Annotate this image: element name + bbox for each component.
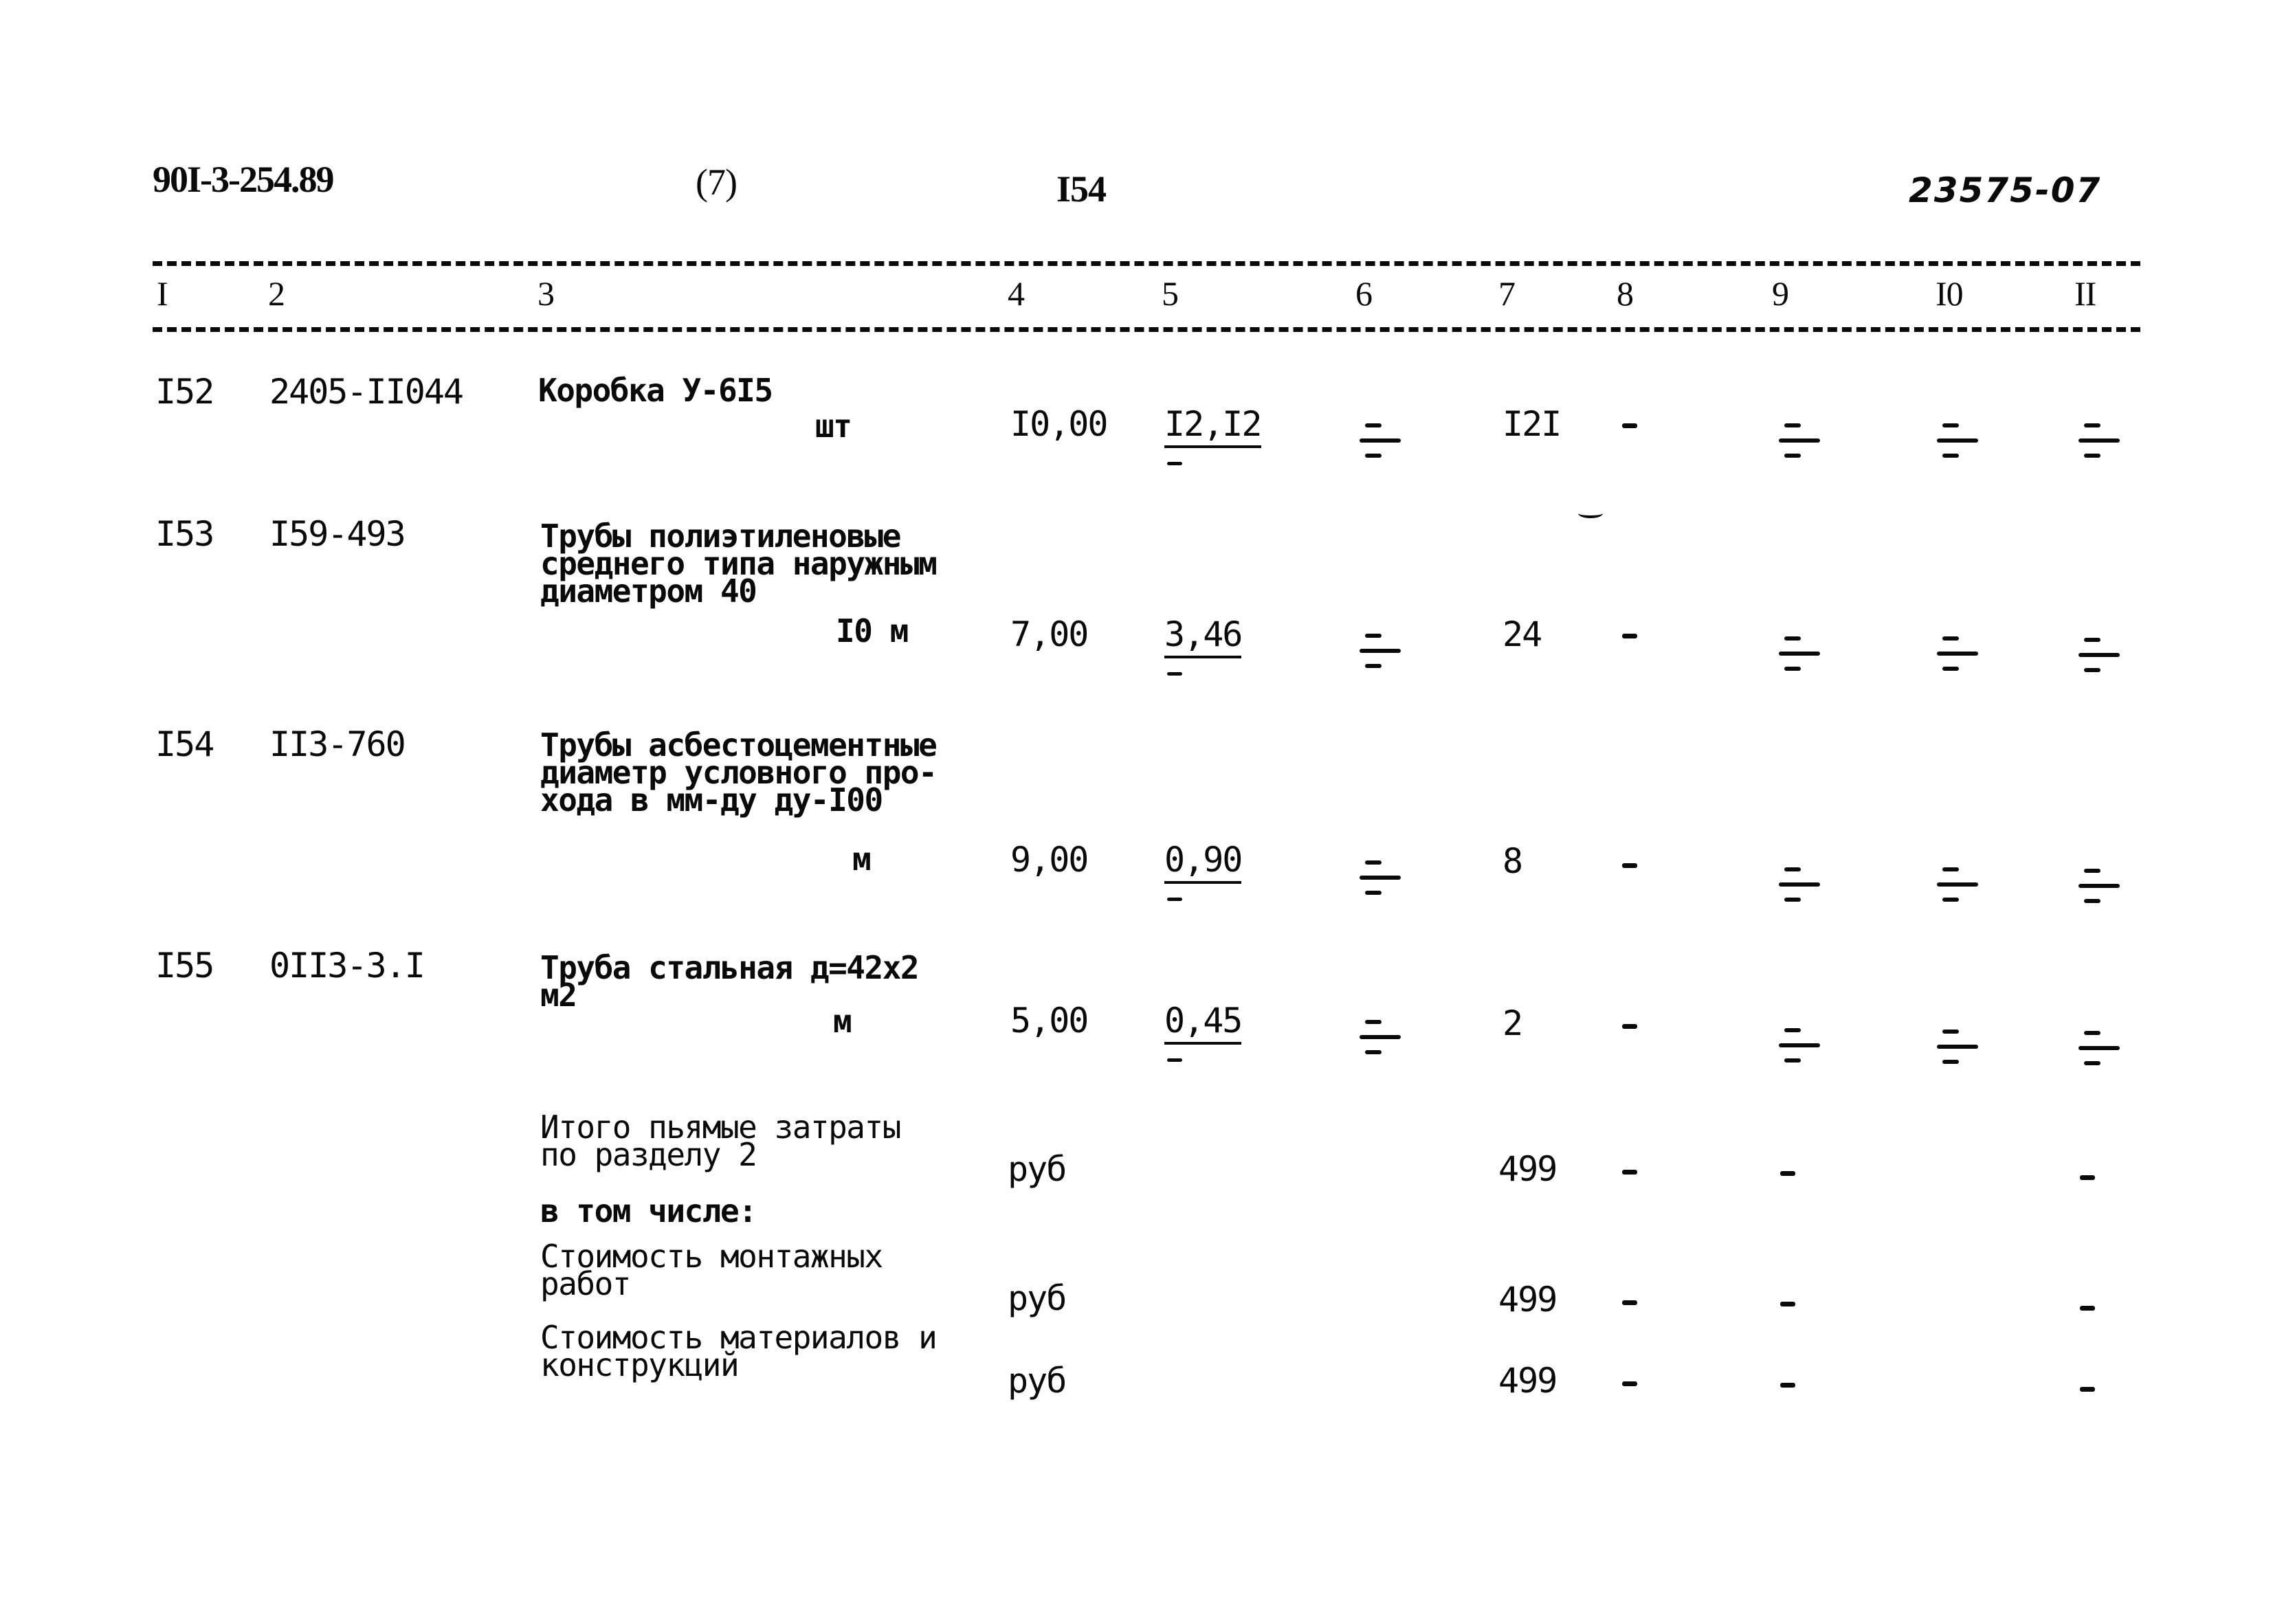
row-total: 24 bbox=[1503, 614, 1542, 654]
row-total: 2 bbox=[1503, 1003, 1523, 1043]
column-header-10: I0 bbox=[1936, 274, 1964, 313]
totals-label: Стоимость материалов и конструкций bbox=[540, 1319, 938, 1383]
row-unit: м bbox=[852, 841, 872, 878]
row-unit-price: 0,90 bbox=[1164, 843, 1243, 901]
dash-col8 bbox=[1622, 423, 1637, 428]
row-quantity: 7,00 bbox=[1010, 614, 1089, 654]
row-description: Труба стальная д=42х2 м2 bbox=[540, 949, 920, 1014]
totals-unit: руб bbox=[1008, 1149, 1067, 1189]
stacked-dash-col6 bbox=[1360, 423, 1401, 458]
row-unit-price-value: 0,90 bbox=[1164, 843, 1243, 884]
stacked-dash-col10 bbox=[1937, 636, 1978, 671]
dash-col11 bbox=[2080, 1387, 2095, 1392]
row-number: I54 bbox=[155, 724, 214, 764]
dash-col8 bbox=[1622, 1170, 1637, 1175]
dash-col8 bbox=[1622, 1300, 1637, 1305]
row-number: I53 bbox=[155, 514, 214, 554]
stacked-dash-col10 bbox=[1937, 1030, 1978, 1064]
column-header-11: II bbox=[2074, 274, 2096, 313]
totals-label: Стоимость монтажных работ bbox=[540, 1238, 883, 1302]
inventory-number: 23575-07 bbox=[1909, 170, 2102, 210]
dash-col8 bbox=[1622, 634, 1637, 638]
row-unit-price-value: 0,45 bbox=[1164, 1003, 1243, 1045]
row-unit-price-value: I2,I2 bbox=[1164, 407, 1263, 448]
stacked-dash-col10 bbox=[1937, 423, 1978, 458]
dash-col8 bbox=[1622, 1024, 1637, 1029]
stacked-dash-col6 bbox=[1360, 634, 1401, 668]
row-quantity: 5,00 bbox=[1010, 1001, 1089, 1041]
page-number: I54 bbox=[1056, 168, 1107, 210]
column-header-9: 9 bbox=[1772, 274, 1789, 313]
totals-including-label: в том числе: bbox=[540, 1192, 757, 1230]
column-header-8: 8 bbox=[1617, 274, 1634, 313]
stacked-dash-col6 bbox=[1360, 860, 1401, 895]
header-bottom-rule bbox=[153, 327, 2140, 332]
totals-unit: руб bbox=[1008, 1361, 1067, 1401]
totals-value: 499 bbox=[1498, 1149, 1557, 1189]
dash-col8 bbox=[1622, 863, 1637, 868]
stray-pen-mark bbox=[1578, 509, 1603, 518]
totals-label: Итого пьямые затраты по разделу 2 bbox=[540, 1109, 901, 1173]
dash-mark bbox=[1167, 672, 1182, 676]
row-description: Трубы полиэтиленовые среднего типа наруж… bbox=[540, 518, 938, 610]
dash-col11 bbox=[2080, 1175, 2095, 1180]
document-code: 90I-3-254.89 bbox=[153, 159, 334, 200]
row-unit-price-value: 3,46 bbox=[1164, 617, 1243, 658]
column-header-1: I bbox=[157, 274, 168, 313]
stacked-dash-col9 bbox=[1779, 1028, 1820, 1063]
column-header-4: 4 bbox=[1008, 274, 1025, 313]
column-header-7: 7 bbox=[1498, 274, 1516, 313]
stacked-dash-col9 bbox=[1779, 867, 1820, 902]
dash-col8 bbox=[1622, 1381, 1637, 1386]
row-quantity: I0,00 bbox=[1010, 404, 1109, 444]
totals-value: 499 bbox=[1498, 1280, 1557, 1320]
row-description: Трубы асбестоцементные диаметр условного… bbox=[540, 726, 938, 819]
dash-col11 bbox=[2080, 1306, 2095, 1311]
totals-value: 499 bbox=[1498, 1361, 1557, 1401]
stacked-dash-col11 bbox=[2078, 638, 2120, 672]
stacked-dash-col10 bbox=[1937, 867, 1978, 902]
row-unit-price: 0,45 bbox=[1164, 1003, 1243, 1062]
row-code: 2405-II044 bbox=[269, 372, 464, 412]
row-unit-price: 3,46 bbox=[1164, 617, 1243, 676]
row-quantity: 9,00 bbox=[1010, 840, 1089, 880]
row-code: 0II3-3.I bbox=[269, 946, 425, 986]
header-top-rule bbox=[153, 261, 2140, 266]
column-header-5: 5 bbox=[1162, 274, 1179, 313]
column-header-2: 2 bbox=[268, 274, 285, 313]
row-unit: I0 м bbox=[836, 612, 909, 649]
row-code: I59-493 bbox=[269, 514, 406, 554]
row-unit-price: I2,I2 bbox=[1164, 407, 1263, 465]
row-description: Коробка У-6I5 bbox=[538, 372, 773, 409]
row-number: I55 bbox=[155, 946, 214, 986]
dash-col9 bbox=[1780, 1383, 1795, 1388]
column-header-3: 3 bbox=[537, 274, 555, 313]
dash-mark bbox=[1167, 1058, 1182, 1062]
dash-col9 bbox=[1780, 1171, 1795, 1176]
sheet-number: (7) bbox=[696, 162, 738, 203]
row-number: I52 bbox=[155, 372, 214, 412]
totals-unit: руб bbox=[1008, 1278, 1067, 1318]
row-unit: шт bbox=[815, 408, 852, 445]
row-total: I2I bbox=[1503, 404, 1562, 444]
stacked-dash-col11 bbox=[2078, 423, 2120, 458]
row-total: 8 bbox=[1503, 841, 1523, 881]
row-unit: м bbox=[833, 1003, 852, 1040]
dash-col9 bbox=[1780, 1302, 1795, 1306]
row-code: II3-760 bbox=[269, 724, 406, 764]
column-header-6: 6 bbox=[1355, 274, 1373, 313]
dash-mark bbox=[1167, 898, 1182, 901]
stacked-dash-col9 bbox=[1779, 636, 1820, 671]
stacked-dash-col9 bbox=[1779, 423, 1820, 458]
dash-mark bbox=[1167, 462, 1182, 465]
stacked-dash-col6 bbox=[1360, 1020, 1401, 1054]
stacked-dash-col11 bbox=[2078, 869, 2120, 903]
stacked-dash-col11 bbox=[2078, 1031, 2120, 1065]
